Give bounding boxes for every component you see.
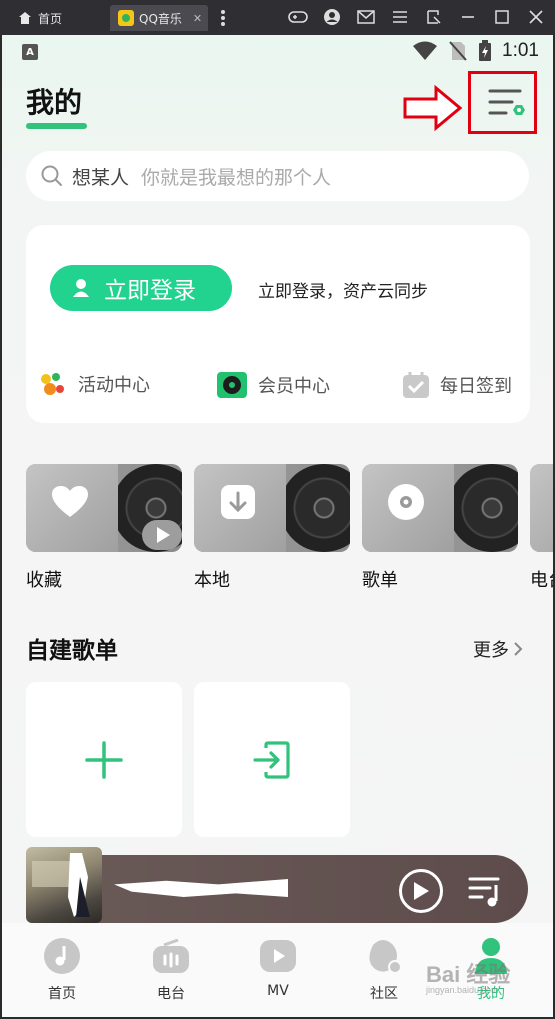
nav-label: 首页 [48, 986, 76, 1002]
song-title-redacted [114, 879, 288, 897]
watermark-text: Bai 经验 [426, 962, 511, 987]
disc-icon [386, 482, 426, 522]
login-button[interactable]: 立即登录 [50, 265, 232, 311]
shortcut-vip-center[interactable]: 会员中心 [216, 371, 330, 399]
chevron-right-icon [514, 642, 523, 656]
heart-icon [50, 482, 90, 522]
my-playlists-title: 自建歌单 [26, 638, 118, 664]
tab-close-icon[interactable]: ✕ [193, 12, 202, 25]
login-card: 立即登录 立即登录，资产云同步 活动中心 会员中心 每日签到 [26, 225, 530, 423]
user-icon[interactable] [321, 7, 343, 27]
annotation-arrow-icon [403, 85, 463, 131]
more-link[interactable]: 更多 [473, 636, 523, 662]
clock: 1:01 [502, 40, 539, 61]
shortcut-activity-center[interactable]: 活动中心 [38, 371, 150, 397]
quick-label: 歌单 [362, 570, 398, 591]
quick-tile-radio[interactable] [530, 464, 553, 552]
gamepad-icon[interactable] [287, 7, 309, 27]
more-vertical-icon[interactable] [220, 9, 226, 27]
nav-item-mv[interactable]: MV [238, 937, 318, 999]
app-tab-label: QQ音乐 [139, 11, 182, 26]
radio-icon [152, 937, 190, 975]
nav-item-home[interactable]: 首页 [22, 937, 102, 1003]
close-icon[interactable] [525, 7, 547, 27]
vinyl-graphic [280, 464, 350, 552]
music-note-icon [43, 937, 81, 975]
quick-tile-playlists[interactable] [362, 464, 518, 552]
mail-icon[interactable] [355, 7, 377, 27]
import-icon [253, 740, 290, 779]
quick-access-row: 收藏 本地 歌单 电台 [26, 464, 553, 594]
album-cover[interactable] [26, 847, 102, 923]
nav-item-community[interactable]: 社区 [344, 937, 424, 1003]
notification-badge: A [22, 44, 38, 60]
watermark-url: jingyan.baidu.com [426, 985, 499, 995]
shortcut-label: 每日签到 [440, 376, 512, 397]
quick-tile-favorites[interactable] [26, 464, 182, 552]
status-bar: A 1:01 [2, 35, 553, 71]
video-icon [259, 937, 297, 975]
mini-player[interactable] [28, 855, 528, 923]
home-tab-label: 首页 [38, 11, 63, 26]
shortcut-label: 活动中心 [78, 375, 150, 396]
qqmusic-logo-icon [118, 10, 134, 26]
more-label: 更多 [473, 640, 509, 661]
minimize-icon[interactable] [457, 7, 479, 27]
login-hint: 立即登录，资产云同步 [258, 282, 428, 302]
nav-label: 社区 [370, 986, 398, 1002]
quick-tile-local[interactable] [194, 464, 350, 552]
wifi-icon [413, 41, 438, 60]
resize-icon[interactable] [423, 7, 445, 27]
vip-icon [217, 372, 247, 398]
play-icon [414, 882, 429, 900]
no-sim-icon [449, 41, 467, 61]
shortcut-label: 会员中心 [258, 376, 330, 397]
home-icon [19, 12, 31, 24]
quick-label: 收藏 [26, 570, 62, 591]
quick-label: 电台 [530, 570, 553, 591]
nav-item-radio[interactable]: 电台 [131, 937, 211, 1003]
create-playlist-tile[interactable] [26, 682, 182, 837]
plus-icon [85, 740, 123, 779]
checkin-icon [403, 372, 429, 398]
settings-menu-icon[interactable] [486, 83, 526, 123]
search-icon [41, 165, 62, 186]
baidu-watermark: Bai 经验 jingyan.baidu.com [426, 957, 510, 995]
app-screen: A 1:01 我的 想某人 你就是我最想的那个人 立即登录 立即登录，资产云同步… [2, 35, 553, 1017]
nav-label: 电台 [157, 986, 185, 1002]
playlist-queue-icon[interactable] [468, 873, 504, 909]
search-placeholder: 你就是我最想的那个人 [141, 166, 332, 189]
battery-icon [479, 40, 492, 61]
window-title-bar: 首页 QQ音乐 ✕ [0, 0, 555, 35]
page-title: 我的 [26, 86, 83, 119]
person-icon [73, 279, 89, 297]
shortcut-daily-checkin[interactable]: 每日签到 [402, 371, 512, 399]
title-underline [26, 123, 87, 129]
menu-icon[interactable] [389, 7, 411, 27]
quick-label: 本地 [194, 570, 230, 591]
vinyl-graphic [448, 464, 518, 552]
nav-label: MV [267, 983, 289, 999]
search-query: 想某人 [72, 166, 130, 189]
play-badge-icon[interactable] [142, 520, 182, 550]
maximize-icon[interactable] [491, 7, 513, 27]
home-tab[interactable]: 首页 [8, 6, 98, 30]
import-playlist-tile[interactable] [194, 682, 350, 837]
download-icon [218, 482, 258, 522]
search-bar[interactable]: 想某人 你就是我最想的那个人 [26, 151, 529, 201]
community-icon [365, 937, 403, 975]
tile-cover [530, 464, 553, 552]
login-button-label: 立即登录 [104, 278, 196, 304]
play-button[interactable] [399, 869, 443, 913]
app-tab-qqmusic[interactable]: QQ音乐 ✕ [110, 5, 208, 31]
activity-icon [41, 373, 64, 395]
